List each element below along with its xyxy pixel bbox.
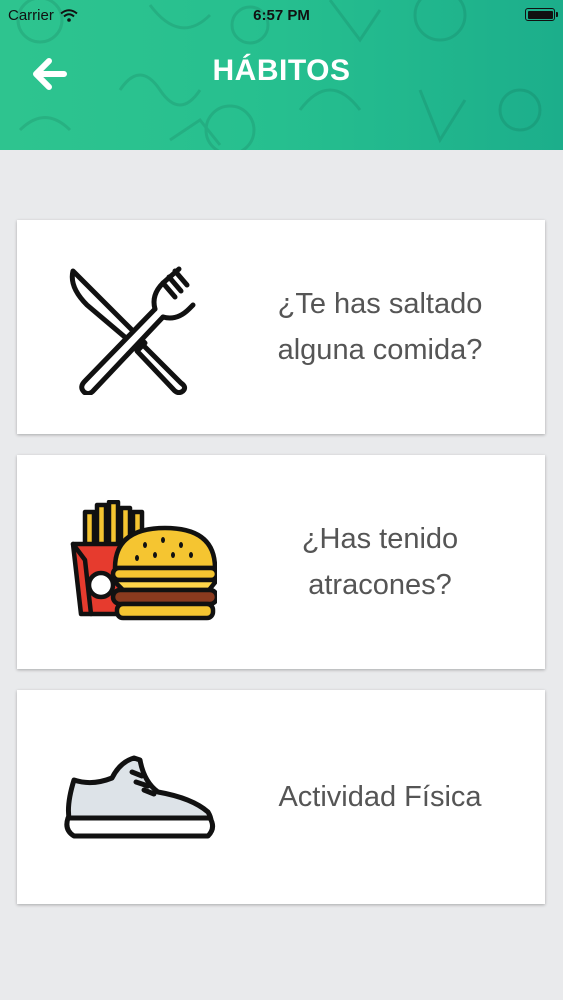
burger-fries-icon <box>70 500 217 621</box>
card-binge-eating[interactable]: ¿Has tenido atracones? <box>17 455 545 669</box>
knife-fork-icon <box>69 266 196 395</box>
battery-icon <box>525 8 558 21</box>
card-label: Actividad Física <box>278 780 482 813</box>
card-skipped-meal[interactable]: ¿Te has saltado alguna comida? <box>17 220 545 434</box>
card-label: ¿Te has saltado alguna comida? <box>277 287 483 366</box>
status-time: 6:57 PM <box>253 7 310 24</box>
sneaker-icon <box>64 755 216 839</box>
card-label: ¿Has tenido atracones? <box>301 522 459 601</box>
page-title: HÁBITOS <box>212 54 351 87</box>
header-bar: Carrier 6:57 PM HÁBITOS <box>0 0 563 150</box>
card-physical-activity[interactable]: Actividad Física <box>17 690 545 904</box>
status-bar: Carrier 6:57 PM <box>0 0 563 30</box>
